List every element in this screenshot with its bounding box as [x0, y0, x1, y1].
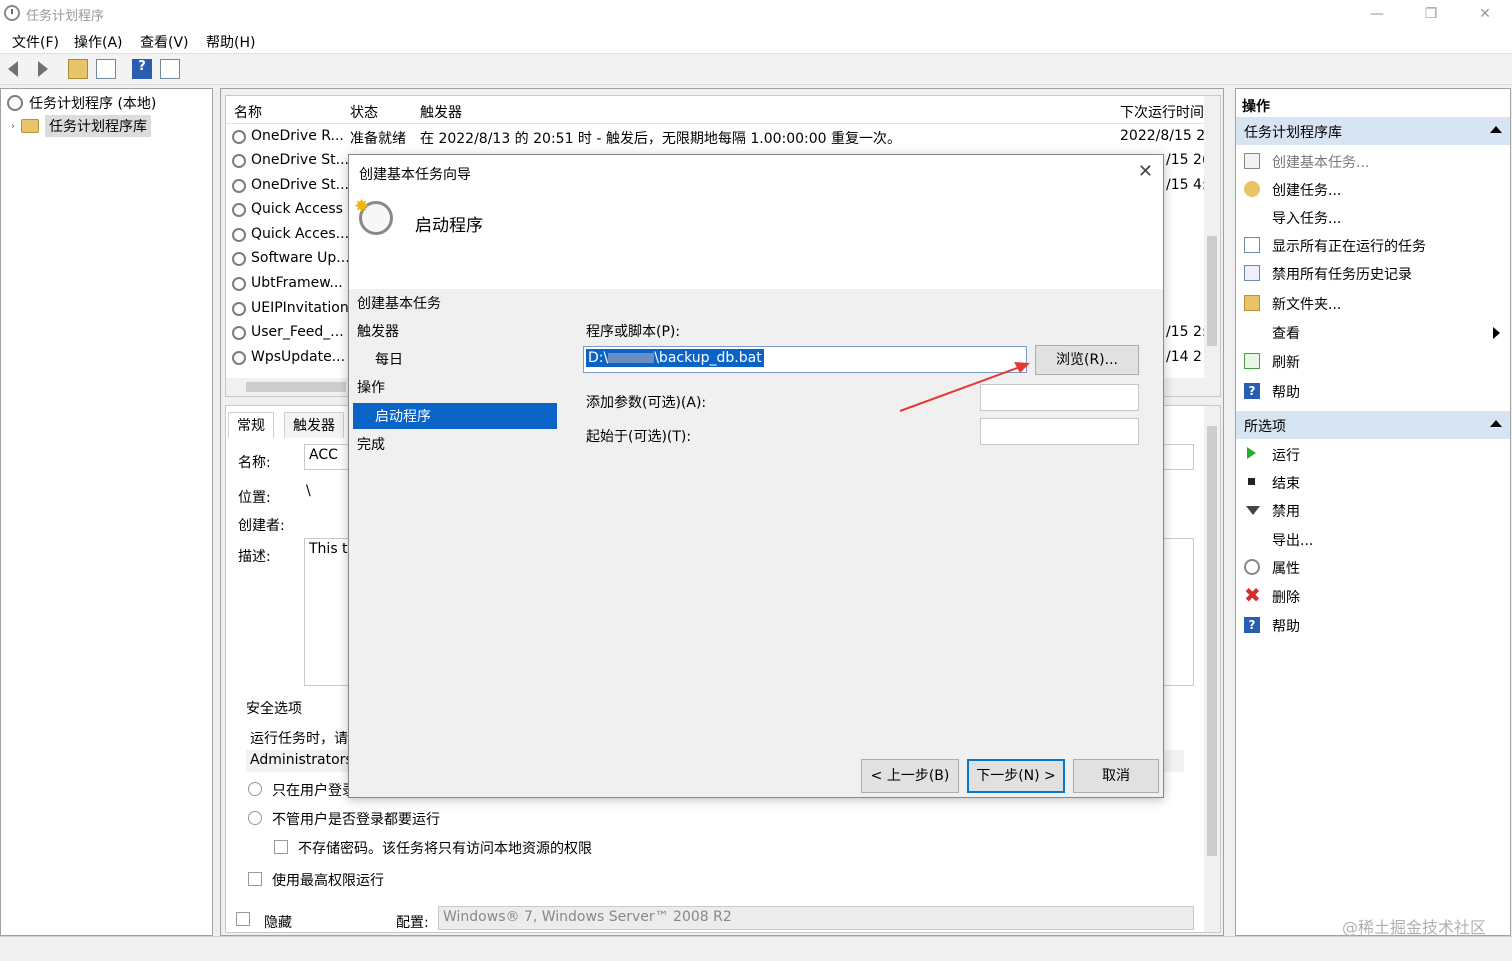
- annotation-arrow: [899, 362, 1030, 412]
- watermark: @稀土掘金技术社区: [1341, 918, 1486, 937]
- status-bar: [0, 936, 1512, 961]
